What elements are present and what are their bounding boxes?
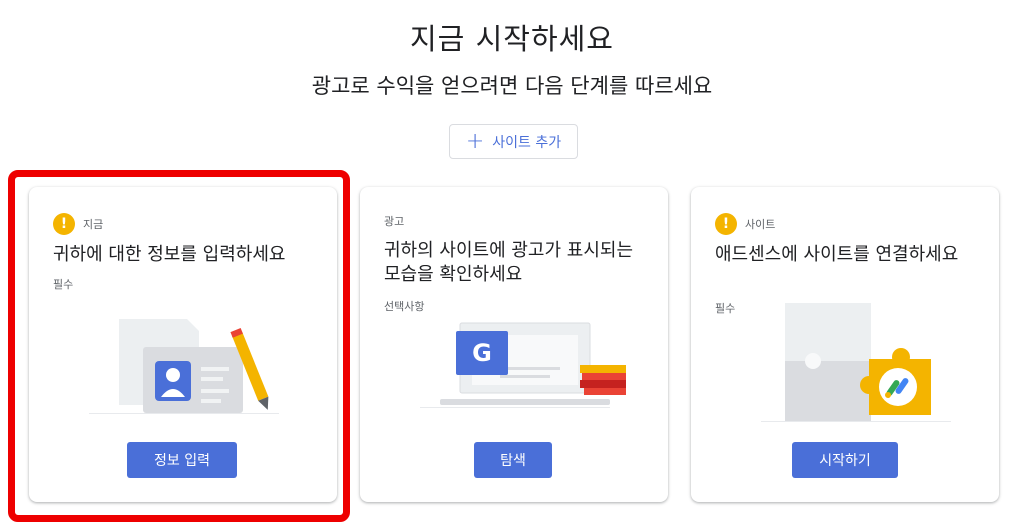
card-title: 귀하의 사이트에 광고가 표시되는 모습을 확인하세요 xyxy=(384,240,634,285)
card-title: 애드센스에 사이트를 연결하세요 xyxy=(715,244,959,265)
card-tag-row: 광고 xyxy=(384,213,404,229)
card-requirement: 선택사항 xyxy=(384,300,425,313)
card-ads-preview: 광고 귀하의 사이트에 광고가 표시되는 모습을 확인하세요 선택사항 G 탐색 xyxy=(360,187,668,502)
card-tag: 광고 xyxy=(384,215,405,228)
card-tag-row: ! 사이트 xyxy=(715,213,775,235)
page-subtitle: 광고로 수익을 얻으려면 다음 단계를 따르세요 xyxy=(311,74,713,98)
card-requirement: 필수 xyxy=(53,278,74,291)
card-personal-info: ! 지금 귀하에 대한 정보를 입력하세요 필수 정보 입력 xyxy=(29,187,337,502)
add-site-label: 사이트 추가 xyxy=(492,134,562,151)
card-connect-site: ! 사이트 애드센스에 사이트를 연결하세요 필수 시작하기 xyxy=(691,187,999,502)
warning-icon: ! xyxy=(715,213,737,235)
enter-info-button[interactable]: 정보 입력 xyxy=(127,442,237,478)
puzzle-illustration-icon xyxy=(761,303,951,422)
card-title: 귀하에 대한 정보를 입력하세요 xyxy=(53,244,286,265)
explore-button[interactable]: 탐색 xyxy=(474,442,552,478)
card-tag-row: ! 지금 xyxy=(53,213,103,235)
id-card-illustration-icon xyxy=(89,319,279,414)
google-letter: G xyxy=(472,339,492,367)
card-tag: 사이트 xyxy=(745,218,776,231)
warning-icon: ! xyxy=(53,213,75,235)
add-site-button[interactable]: + 사이트 추가 xyxy=(449,124,578,159)
page-title: 지금 시작하세요 xyxy=(410,22,614,56)
get-started-button[interactable]: 시작하기 xyxy=(792,442,898,478)
card-tag: 지금 xyxy=(83,218,104,231)
plus-icon: + xyxy=(465,128,485,154)
website-preview-illustration-icon xyxy=(420,322,626,408)
